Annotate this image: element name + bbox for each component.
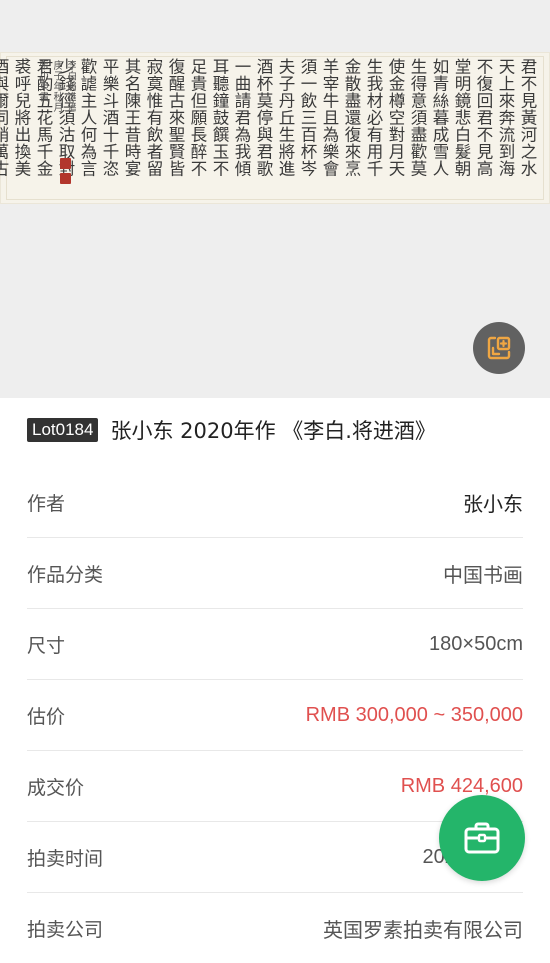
calligraphy-column: 一曲請君為我傾 — [232, 58, 251, 177]
artwork-image-area[interactable]: 君不見黃河之水 天上來奔流到海 不復回君不見高 堂明鏡悲白髮朝 如青絲暮成雪人 … — [0, 0, 550, 398]
detail-row-size: 尺寸 180×50cm — [27, 609, 523, 680]
detail-row-auction-house: 拍卖公司 英国罗素拍卖有限公司 — [27, 893, 523, 963]
calligraphy-column: 酒與爾同銷萬古 — [0, 58, 9, 177]
calligraphy-column: 夫子丹丘生將進 — [276, 58, 295, 177]
detail-label: 拍卖公司 — [27, 918, 104, 941]
artist-seal — [60, 158, 71, 169]
artist-seal — [60, 173, 71, 184]
calligraphy-column: 平樂斗酒十千恣 — [100, 58, 119, 177]
detail-label: 尺寸 — [27, 634, 66, 657]
estimate-price: RMB 300,000 ~ 350,000 — [305, 703, 523, 726]
calligraphy-column: 須一飲三百杯岑 — [298, 58, 317, 177]
calligraphy-column: 耳聽鐘鼓饌玉不 — [210, 58, 229, 177]
calligraphy-text: 君不見黃河之水 天上來奔流到海 不復回君不見高 堂明鏡悲白髮朝 如青絲暮成雪人 … — [0, 58, 538, 196]
briefcase-fab-button[interactable] — [439, 795, 525, 881]
detail-value: 张小东 — [463, 493, 523, 516]
detail-label: 作者 — [27, 492, 66, 515]
detail-row-category: 作品分类 中国书画 — [27, 538, 523, 609]
calligraphy-column: 生得意須盡歡莫 — [408, 58, 427, 177]
calligraphy-column: 寂寞惟有飲者留 — [144, 58, 163, 177]
lot-details-list: 作者 张小东 作品分类 中国书画 尺寸 180×50cm 估价 RMB 300,… — [0, 467, 550, 963]
inscription-column: 庚子年秋月 — [51, 60, 62, 113]
detail-value: 180×50cm — [429, 632, 523, 655]
hammer-price: RMB 424,600 — [400, 774, 523, 797]
calligraphy-column: 生我材必有用千 — [364, 58, 383, 177]
detail-row-estimate: 估价 RMB 300,000 ~ 350,000 — [27, 680, 523, 751]
calligraphy-column: 足貴但願長醉不 — [188, 58, 207, 177]
calligraphy-column: 其名陳王昔時宴 — [122, 58, 141, 177]
detail-label: 拍卖时间 — [27, 847, 104, 870]
detail-label: 估价 — [27, 705, 66, 728]
calligraphy-column: 羊宰牛且為樂會 — [320, 58, 339, 177]
detail-value: 中国书画 — [443, 564, 523, 587]
calligraphy-column: 天上來奔流到海 — [496, 58, 515, 177]
expand-image-button[interactable] — [473, 322, 525, 374]
artist-inscription: 李白將進酒 庚子年秋月 張小東書 — [36, 60, 76, 113]
lot-title: 张小东 2020年作 《李白.将进酒》 — [110, 419, 436, 443]
calligraphy-column: 金散盡還復來烹 — [342, 58, 361, 177]
calligraphy-column: 使金樽空對月天 — [386, 58, 405, 177]
calligraphy-column: 裘呼兒將出換美 — [12, 58, 31, 177]
calligraphy-column: 復醒古來聖賢皆 — [166, 58, 185, 177]
detail-label: 成交价 — [27, 776, 85, 799]
detail-label: 作品分类 — [27, 563, 104, 586]
lot-number-badge: Lot0184 — [27, 418, 99, 442]
calligraphy-column: 酒杯莫停與君歌 — [254, 58, 273, 177]
detail-value: 英国罗素拍卖有限公司 — [323, 919, 523, 942]
briefcase-icon — [464, 822, 500, 854]
calligraphy-column: 堂明鏡悲白髮朝 — [452, 58, 471, 177]
calligraphy-scroll-image[interactable]: 君不見黃河之水 天上來奔流到海 不復回君不見高 堂明鏡悲白髮朝 如青絲暮成雪人 … — [0, 52, 550, 204]
calligraphy-column: 如青絲暮成雪人 — [430, 58, 449, 177]
expand-image-icon — [487, 336, 511, 360]
inscription-column: 李白將進酒 — [65, 60, 76, 113]
detail-row-author: 作者 张小东 — [27, 467, 523, 538]
calligraphy-column: 歡謔主人何為言 — [78, 58, 97, 177]
calligraphy-column: 君不見黃河之水 — [518, 58, 537, 177]
inscription-column: 張小東書 — [37, 60, 48, 102]
calligraphy-column: 不復回君不見高 — [474, 58, 493, 177]
lot-title-row: Lot0184 张小东 2020年作 《李白.将进酒》 — [27, 414, 530, 446]
